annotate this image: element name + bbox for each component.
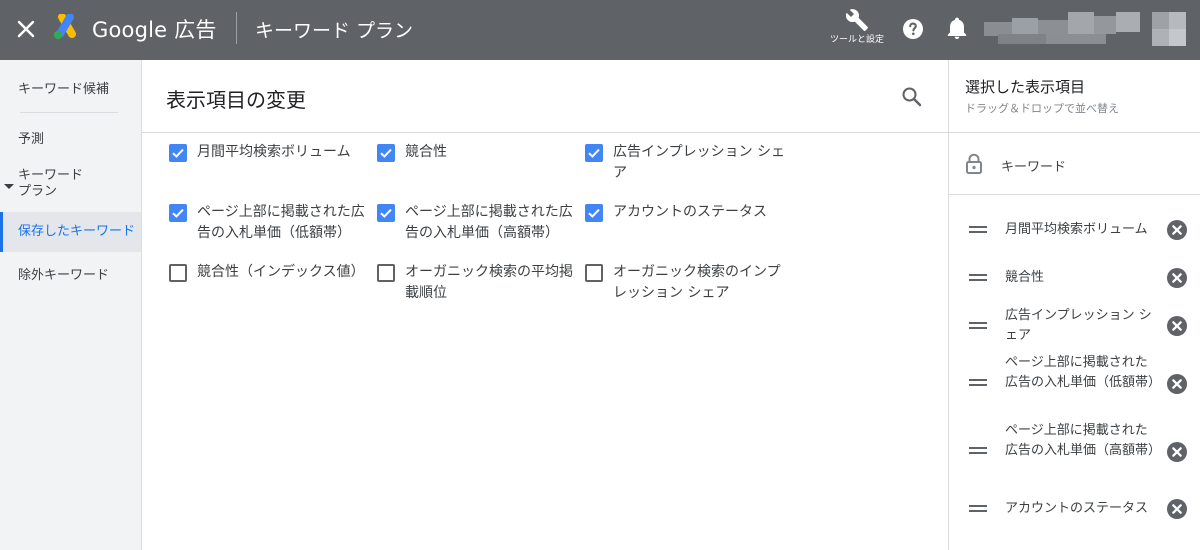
option-label: 競合性（インデックス値） — [197, 264, 365, 280]
selected-column-label: アカウントのステータス — [1005, 501, 1149, 516]
selected-columns-panel: 選択した表示項目 ドラッグ＆ドロップで並べ替え キーワード 月間平均検索ボリュー… — [948, 60, 1200, 550]
option-label: 月間平均検索ボリューム — [197, 144, 351, 160]
option-label: 競合性 — [405, 144, 447, 160]
tools-settings-label: ツールと設定 — [830, 35, 885, 45]
remove-icon[interactable] — [1167, 220, 1187, 240]
column-editor-panel: 表示項目の変更 月間平均検索ボリューム 競合性 広告インプレッション シェア ペ… — [142, 60, 948, 550]
drag-handle-icon[interactable] — [969, 447, 987, 455]
nav-item-forecast[interactable]: 予測 — [0, 128, 141, 147]
left-navigation: キーワード候補 予測 キーワード プラン 保存したキーワード 除外キーワード — [0, 60, 142, 550]
drag-handle-icon[interactable] — [969, 322, 987, 330]
product-name: Google 広告 — [92, 18, 217, 42]
option-label: ページ上部に掲載された広告の入札単価（低額帯） — [197, 204, 365, 241]
checkbox-icon[interactable] — [169, 144, 187, 162]
selected-panel-header: 選択した表示項目 ドラッグ＆ドロップで並べ替え — [949, 60, 1200, 133]
fixed-column-label: キーワード — [1001, 160, 1067, 175]
option-label: ページ上部に掲載された広告の入札単価（高額帯） — [405, 204, 573, 241]
fixed-column-keyword: キーワード — [949, 133, 1200, 195]
checkbox-icon[interactable] — [377, 264, 395, 282]
tools-settings-button[interactable]: ツールと設定 — [830, 8, 884, 46]
selected-column-label: ページ上部に掲載された広告の入札単価（低額帯） — [1005, 355, 1162, 390]
nav-item-saved-keywords[interactable]: 保存したキーワード — [0, 212, 141, 252]
wrench-icon — [845, 9, 868, 31]
nav-item-negative-keywords[interactable]: 除外キーワード — [0, 264, 141, 283]
checkbox-icon[interactable] — [377, 204, 395, 222]
drag-handle-icon[interactable] — [969, 379, 987, 387]
selected-column-label: 広告インプレッション シェア — [1005, 308, 1152, 343]
nav-item-keyword-ideas[interactable]: キーワード候補 — [0, 78, 141, 97]
checkbox-icon[interactable] — [377, 144, 395, 162]
selected-column-label: 競合性 — [1005, 270, 1045, 285]
option-label: オーガニック検索の平均掲載順位 — [405, 264, 573, 301]
checkbox-icon[interactable] — [169, 264, 187, 282]
remove-icon[interactable] — [1167, 316, 1187, 336]
checkbox-icon[interactable] — [169, 204, 187, 222]
option-label: アカウントのステータス — [613, 204, 767, 220]
search-icon[interactable] — [900, 85, 924, 109]
google-ads-logo[interactable] — [50, 13, 82, 42]
lock-icon — [965, 153, 983, 175]
top-app-bar: Google 広告 キーワード プラン ツールと設定 — [0, 0, 1200, 60]
help-icon[interactable] — [901, 17, 925, 41]
page-title: キーワード プラン — [255, 20, 414, 42]
remove-icon[interactable] — [1167, 499, 1187, 519]
checkbox-icon[interactable] — [585, 264, 603, 282]
nav-divider — [20, 112, 118, 113]
bell-icon[interactable] — [946, 17, 968, 41]
account-switcher[interactable] — [984, 12, 1140, 46]
drag-handle-icon[interactable] — [969, 226, 987, 234]
checkbox-icon[interactable] — [585, 204, 603, 222]
panel-title: 表示項目の変更 — [166, 88, 306, 112]
avatar[interactable] — [1152, 12, 1186, 46]
drag-handle-icon[interactable] — [969, 274, 987, 282]
option-label: オーガニック検索のインプレッション シェア — [613, 264, 781, 301]
checkbox-icon[interactable] — [585, 144, 603, 162]
selected-column-label: ページ上部に掲載された広告の入札単価（高額帯） — [1005, 423, 1162, 458]
close-icon[interactable] — [15, 18, 37, 40]
selected-panel-subtitle: ドラッグ＆ドロップで並べ替え — [965, 102, 1119, 115]
remove-icon[interactable] — [1167, 374, 1187, 394]
selected-column-label: 月間平均検索ボリューム — [1005, 222, 1148, 237]
remove-icon[interactable] — [1167, 268, 1187, 288]
nav-item-keyword-plan[interactable]: キーワード プラン — [0, 168, 141, 200]
option-label: 広告インプレッション シェア — [613, 144, 786, 181]
title-divider — [236, 12, 237, 44]
selected-panel-title: 選択した表示項目 — [965, 78, 1086, 96]
remove-icon[interactable] — [1167, 442, 1187, 462]
drag-handle-icon[interactable] — [969, 505, 987, 513]
panel-header: 表示項目の変更 — [142, 60, 948, 133]
